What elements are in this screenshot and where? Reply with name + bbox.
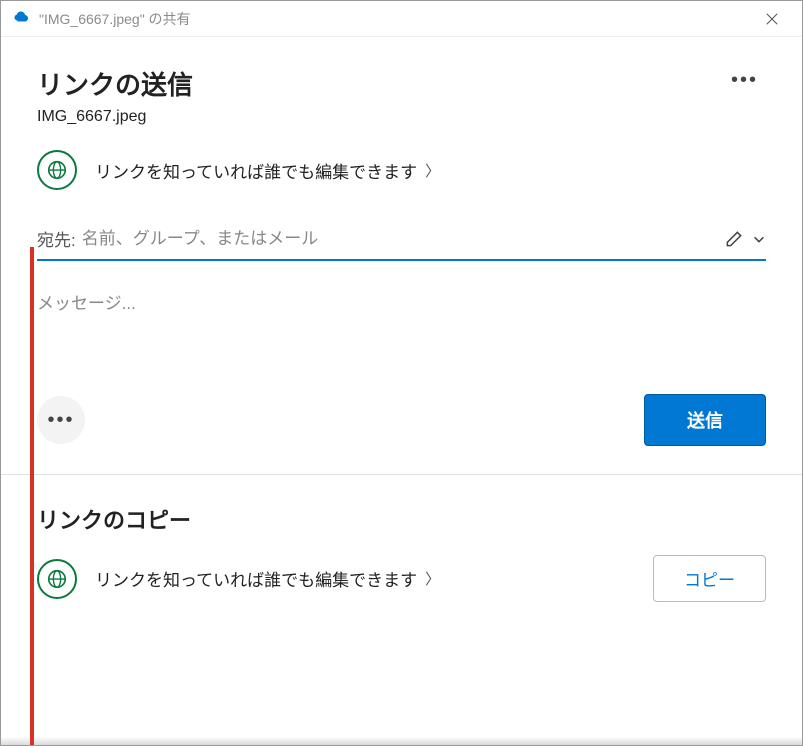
page-title: リンクの送信 <box>37 65 193 102</box>
pencil-icon <box>724 229 744 249</box>
more-options-button[interactable]: ••• <box>723 65 766 96</box>
permission-text: リンクを知っていれば誰でも編集できます <box>95 158 417 183</box>
send-button[interactable]: 送信 <box>644 394 766 446</box>
edit-permission-dropdown[interactable] <box>724 229 766 249</box>
more-actions-button[interactable]: ••• <box>37 396 85 444</box>
titlebar-text: "IMG_6667.jpeg" の共有 <box>39 9 754 29</box>
permission-settings-row[interactable]: リンクを知っていれば誰でも編集できます 〉 <box>37 150 766 190</box>
chevron-right-icon: 〉 <box>425 160 440 181</box>
recipients-label: 宛先: <box>37 226 76 251</box>
copy-permission-row[interactable]: リンクを知っていれば誰でも編集できます 〉 <box>37 559 440 599</box>
copy-button[interactable]: コピー <box>653 555 766 602</box>
bottom-shadow <box>1 737 802 745</box>
copy-permission-text: リンクを知っていれば誰でも編集できます <box>95 566 417 591</box>
annotation-line <box>30 247 34 745</box>
filename: IMG_6667.jpeg <box>37 108 193 126</box>
recipients-input[interactable] <box>82 229 724 249</box>
copy-section-title: リンクのコピー <box>37 503 766 535</box>
globe-icon <box>37 559 77 599</box>
chevron-down-icon <box>752 232 766 246</box>
titlebar: "IMG_6667.jpeg" の共有 <box>1 1 802 37</box>
close-button[interactable] <box>754 1 790 37</box>
message-input[interactable] <box>37 289 766 329</box>
onedrive-icon <box>13 10 31 28</box>
recipients-row: 宛先: <box>37 226 766 261</box>
globe-icon <box>37 150 77 190</box>
chevron-right-icon: 〉 <box>425 568 440 589</box>
